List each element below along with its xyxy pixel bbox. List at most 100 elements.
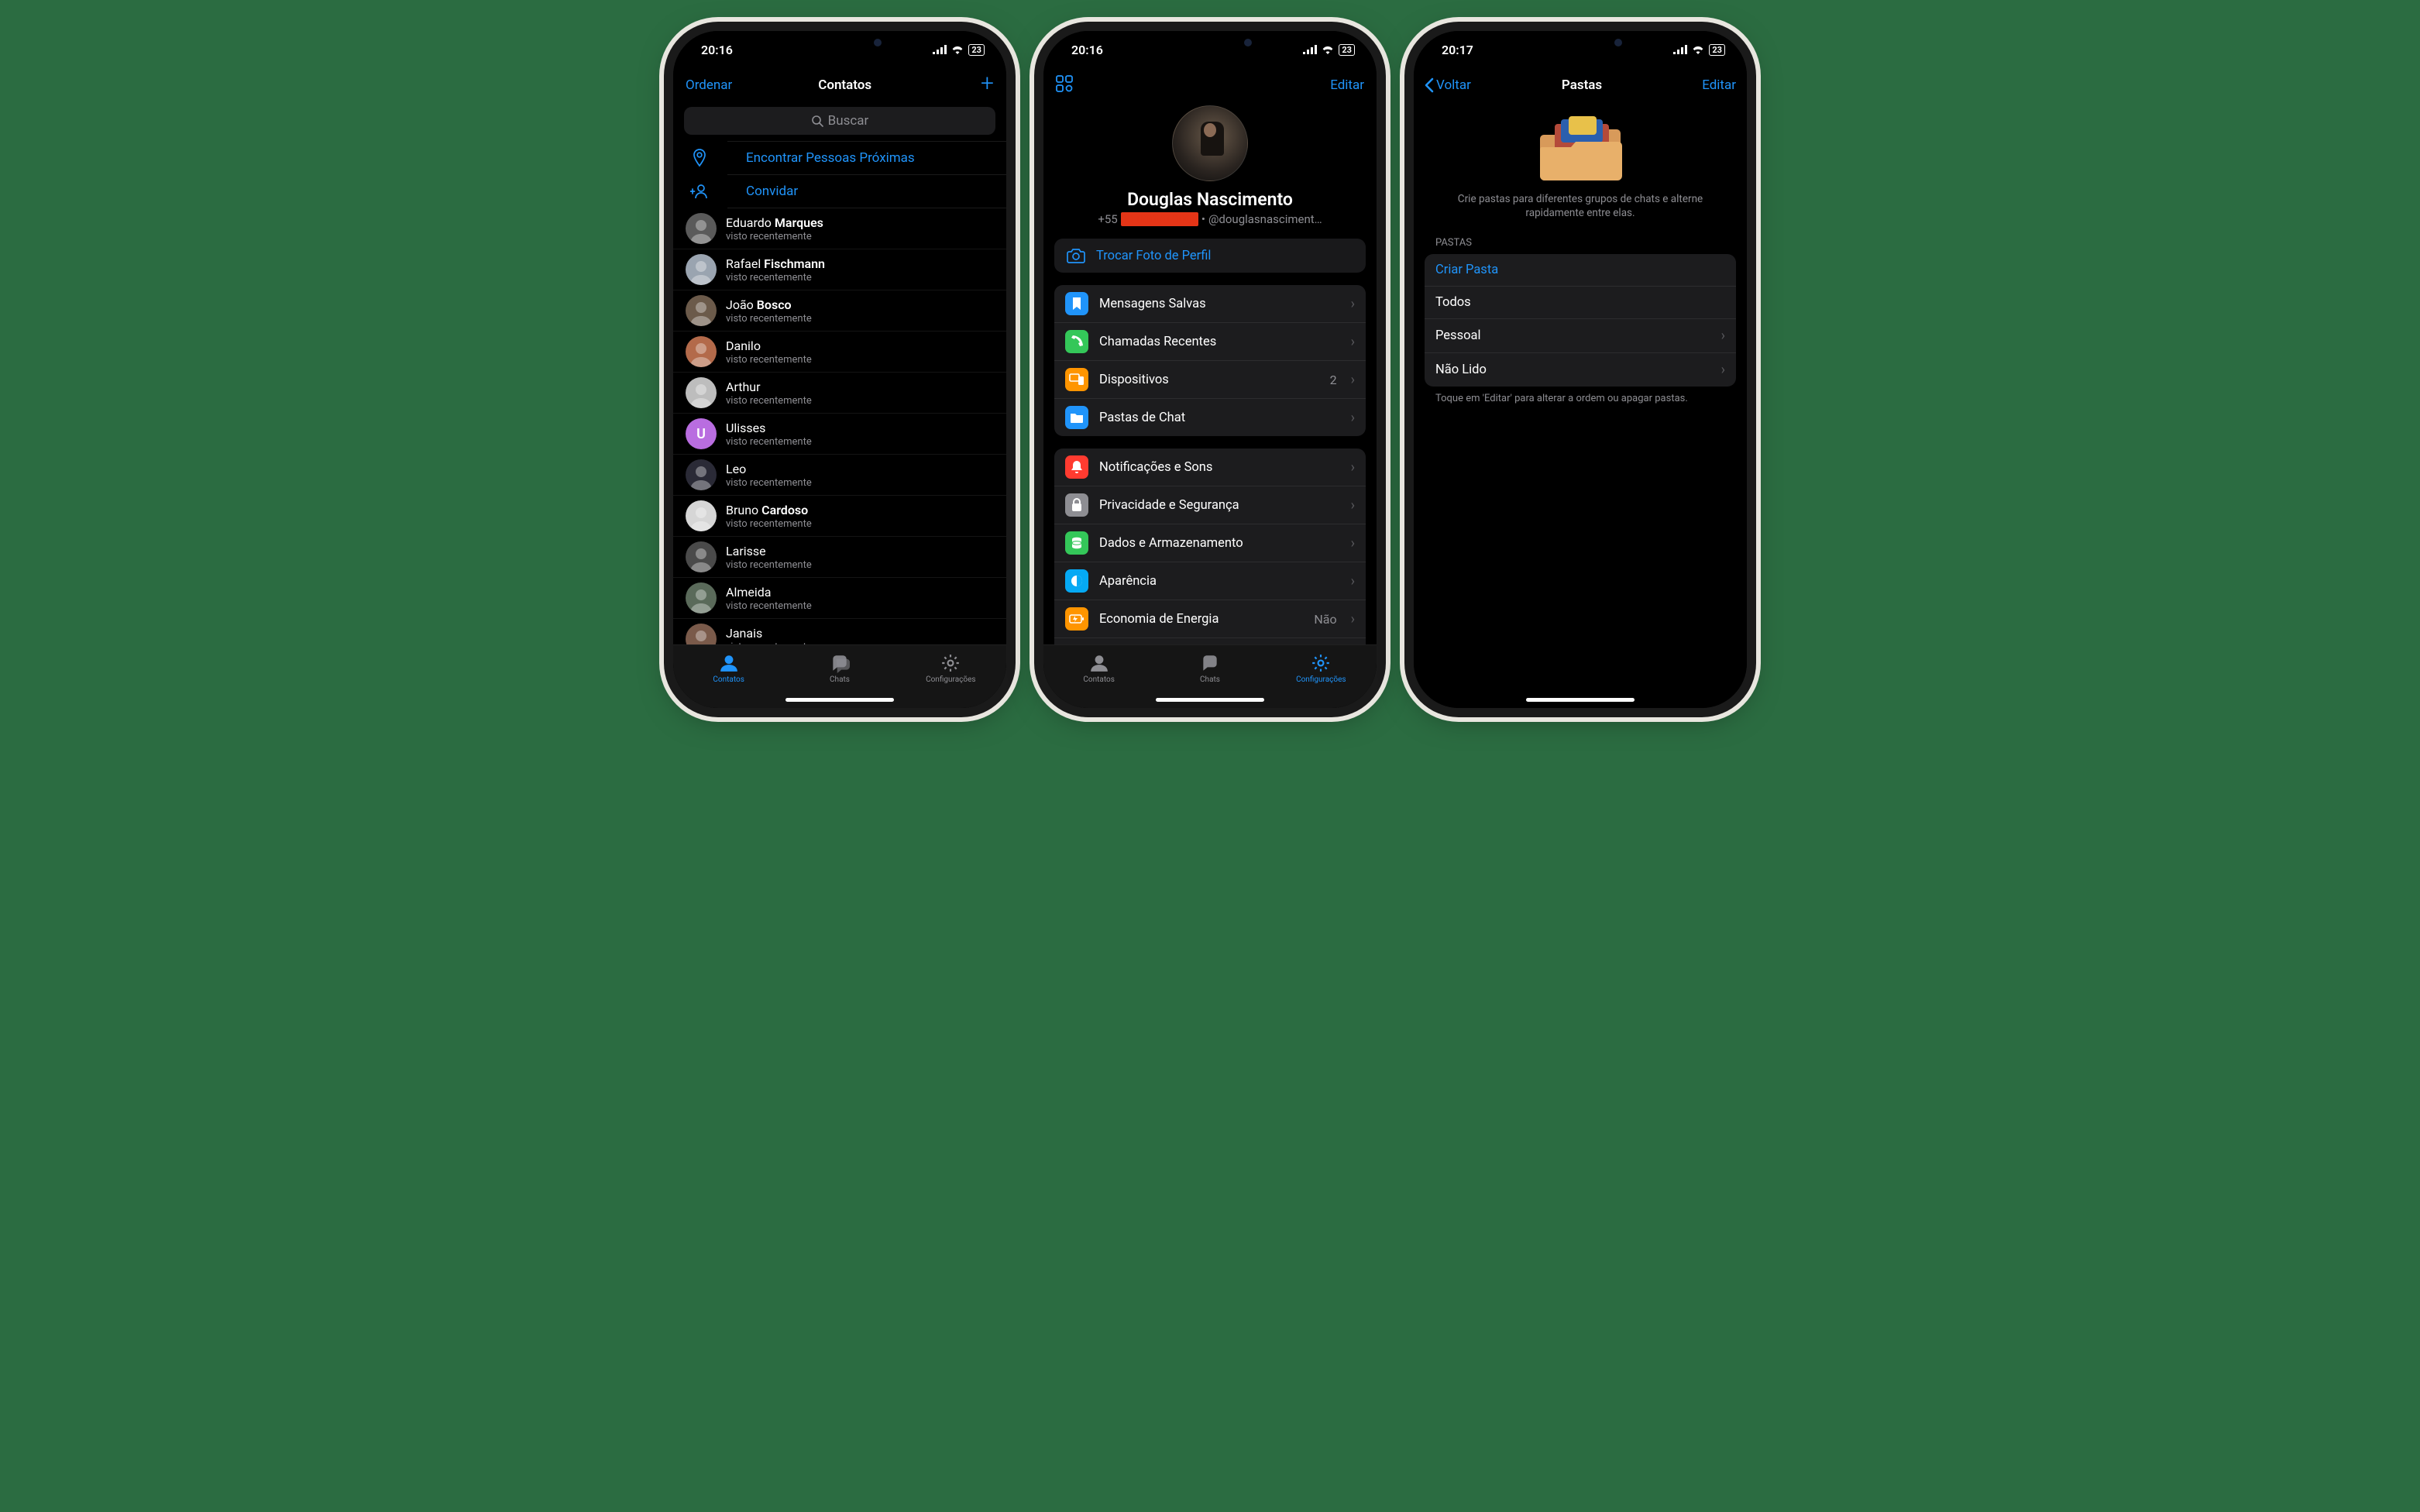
tab-settings[interactable]: Configurações: [1266, 645, 1377, 691]
change-photo-button[interactable]: Trocar Foto de Perfil: [1054, 239, 1366, 273]
tab-chats[interactable]: Chats: [784, 645, 895, 691]
settings-row-globe[interactable]: Idioma Português (Brasil) ›: [1054, 638, 1366, 644]
find-nearby-button[interactable]: Encontrar Pessoas Próximas: [727, 141, 1006, 175]
search-placeholder: Buscar: [828, 113, 869, 129]
edit-button[interactable]: Editar: [1330, 77, 1364, 93]
avatar: [686, 377, 717, 408]
chevron-right-icon: ›: [1351, 410, 1355, 426]
settings-value: Não: [1314, 612, 1336, 627]
avatar: [686, 459, 717, 490]
chevron-right-icon: ›: [1721, 362, 1725, 378]
bell-icon: [1065, 455, 1088, 479]
settings-row-data[interactable]: Dados e Armazenamento ›: [1054, 524, 1366, 562]
contact-row[interactable]: Eduardo Marques visto recentemente: [673, 208, 1006, 249]
settings-label: Privacidade e Segurança: [1099, 498, 1340, 513]
location-pin-icon: [689, 149, 710, 167]
back-button[interactable]: Voltar: [1425, 77, 1471, 93]
tab-contacts-label: Contatos: [713, 675, 744, 684]
tab-chats-label: Chats: [830, 675, 850, 684]
avatar: [686, 254, 717, 285]
home-indicator[interactable]: [785, 698, 894, 702]
tab-chats[interactable]: Chats: [1154, 645, 1265, 691]
contact-name: Arthur: [726, 380, 812, 394]
settings-row-bell[interactable]: Notificações e Sons ›: [1054, 448, 1366, 486]
contact-row[interactable]: Bruno Cardoso visto recentemente: [673, 496, 1006, 537]
contact-row[interactable]: U Ulisses visto recentemente: [673, 414, 1006, 455]
contact-status: visto recentemente: [726, 641, 812, 645]
contact-name: João Bosco: [726, 297, 812, 312]
status-time: 20:16: [1071, 43, 1103, 57]
profile-photo[interactable]: [1172, 105, 1248, 181]
contact-row[interactable]: Janais visto recentemente: [673, 619, 1006, 644]
qr-button[interactable]: [1056, 75, 1073, 96]
contact-status: visto recentemente: [726, 395, 812, 407]
settings-label: Chamadas Recentes: [1099, 335, 1340, 349]
avatar: [686, 541, 717, 572]
status-time: 20:16: [701, 43, 733, 57]
tab-settings[interactable]: Configurações: [895, 645, 1006, 691]
contact-name: Larisse: [726, 544, 812, 558]
search-input[interactable]: Buscar: [684, 107, 995, 135]
tab-settings-label: Configurações: [926, 675, 975, 684]
folder-row[interactable]: Todos: [1425, 287, 1736, 319]
contact-status: visto recentemente: [726, 477, 812, 489]
qr-icon: [1056, 75, 1073, 92]
chevron-right-icon: ›: [1351, 372, 1355, 388]
avatar: [686, 295, 717, 326]
chevron-right-icon: ›: [1351, 334, 1355, 350]
folder-row[interactable]: Não Lido›: [1425, 353, 1736, 387]
folder-row[interactable]: Pessoal›: [1425, 319, 1736, 353]
contact-row[interactable]: Rafael Fischmann visto recentemente: [673, 249, 1006, 290]
data-icon: [1065, 531, 1088, 555]
contact-row[interactable]: Arthur visto recentemente: [673, 373, 1006, 414]
tab-contacts[interactable]: Contatos: [1043, 645, 1154, 691]
invite-button[interactable]: Convidar: [727, 175, 1006, 208]
contact-row[interactable]: Larisse visto recentemente: [673, 537, 1006, 578]
contact-name: Eduardo Marques: [726, 215, 823, 230]
create-folder-label: Criar Pasta: [1435, 263, 1498, 277]
contact-name: Leo: [726, 462, 812, 476]
settings-row-phone[interactable]: Chamadas Recentes ›: [1054, 323, 1366, 361]
settings-row-battery[interactable]: Economia de Energia Não ›: [1054, 600, 1366, 638]
settings-row-folder[interactable]: Pastas de Chat ›: [1054, 399, 1366, 436]
wifi-icon: [951, 45, 964, 54]
edit-button[interactable]: Editar: [1702, 77, 1736, 93]
settings-label: Economia de Energia: [1099, 612, 1303, 627]
contact-row[interactable]: Leo visto recentemente: [673, 455, 1006, 496]
avatar: [686, 336, 717, 367]
folder-icon: [1065, 406, 1088, 429]
sort-button[interactable]: Ordenar: [686, 77, 732, 93]
tab-contacts[interactable]: Contatos: [673, 645, 784, 691]
avatar: [686, 213, 717, 244]
wifi-icon: [1322, 45, 1334, 54]
section-header: PASTAS: [1414, 220, 1747, 254]
contact-status: visto recentemente: [726, 436, 812, 448]
username: @douglasnasciment…: [1208, 212, 1322, 226]
back-label: Voltar: [1436, 77, 1471, 93]
lock-icon: [1065, 493, 1088, 517]
contact-status: visto recentemente: [726, 272, 825, 284]
settings-row-circle[interactable]: Aparência ›: [1054, 562, 1366, 600]
settings-label: Mensagens Salvas: [1099, 297, 1340, 311]
avatar: [686, 582, 717, 613]
contact-row[interactable]: João Bosco visto recentemente: [673, 290, 1006, 332]
settings-row-bookmark[interactable]: Mensagens Salvas ›: [1054, 285, 1366, 323]
settings-row-devices[interactable]: Dispositivos 2 ›: [1054, 361, 1366, 399]
settings-label: Dispositivos: [1099, 373, 1319, 387]
cellular-icon: [1303, 45, 1317, 54]
contact-row[interactable]: Almeida visto recentemente: [673, 578, 1006, 619]
contact-row[interactable]: Danilo visto recentemente: [673, 332, 1006, 373]
battery-level: 23: [968, 44, 985, 56]
settings-row-lock[interactable]: Privacidade e Segurança ›: [1054, 486, 1366, 524]
home-indicator[interactable]: [1526, 698, 1635, 702]
create-folder-button[interactable]: Criar Pasta: [1425, 254, 1736, 287]
add-contact-button[interactable]: +: [981, 75, 994, 95]
home-indicator[interactable]: [1156, 698, 1264, 702]
contact-name: Janais: [726, 626, 812, 641]
tab-settings-label: Configurações: [1296, 675, 1346, 684]
chevron-right-icon: ›: [1351, 459, 1355, 476]
bookmark-icon: [1065, 292, 1088, 315]
devices-icon: [1065, 368, 1088, 391]
chevron-right-icon: ›: [1721, 328, 1725, 344]
phone-icon: [1065, 330, 1088, 353]
